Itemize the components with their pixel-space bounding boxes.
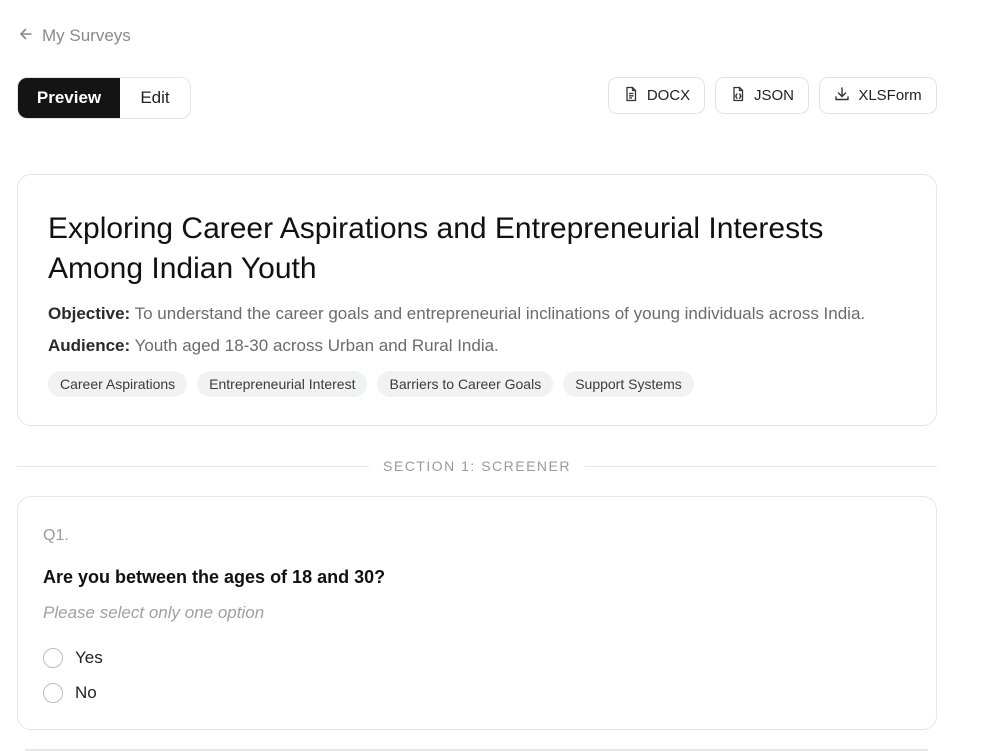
radio-button[interactable] [43,683,63,703]
export-docx-label: DOCX [646,87,691,104]
topic-tags: Career Aspirations Entrepreneurial Inter… [48,371,694,397]
objective-text: To understand the career goals and entre… [134,304,866,323]
export-xlsform-button[interactable]: XLSForm [819,77,937,114]
question-hint: Please select only one option [43,603,265,622]
survey-preview-page: My Surveys Preview Edit DOCX JSON XLSFor… [0,0,983,751]
edit-tab[interactable]: Edit [120,78,190,118]
export-json-label: JSON [753,87,794,104]
option-label: No [75,683,97,702]
arrow-left-icon [18,26,34,47]
objective-label: Objective: [48,304,131,323]
topic-tag: Barriers to Career Goals [377,371,554,397]
mode-toggle: Preview Edit [17,77,191,119]
export-docx-button[interactable]: DOCX [608,77,705,114]
back-to-surveys-link[interactable]: My Surveys [18,24,131,48]
option-label: Yes [75,648,103,667]
topic-tag: Career Aspirations [48,371,188,397]
export-json-button[interactable]: JSON [715,77,809,114]
survey-title: Exploring Career Aspirations and Entrepr… [48,212,824,285]
question-card: Q1. Are you between the ages of 18 and 3… [17,496,937,730]
audience-text: Youth aged 18-30 across Urban and Rural … [134,336,499,355]
survey-audience: Audience: Youth aged 18-30 across Urban … [48,336,499,356]
radio-button[interactable] [43,648,63,668]
survey-info-card: Exploring Career Aspirations and Entrepr… [17,174,937,426]
section-title: SECTION 1: SCREENER [383,458,571,474]
audience-label: Audience: [48,336,131,355]
json-file-icon [730,86,746,106]
section-divider: SECTION 1: SCREENER [17,456,938,476]
download-icon [834,86,850,106]
survey-objective: Objective: To understand the career goal… [48,304,865,324]
topic-tag: Entrepreneurial Interest [197,371,368,397]
preview-tab[interactable]: Preview [18,78,120,118]
option-yes[interactable]: Yes [43,647,103,669]
question-number: Q1. [43,527,69,544]
question-text: Are you between the ages of 18 and 30? [43,567,386,587]
document-icon [623,86,639,106]
divider-line [585,465,938,467]
option-no[interactable]: No [43,682,97,704]
export-xlsform-label: XLSForm [858,87,922,104]
divider-line [17,465,370,467]
back-link-label: My Surveys [42,26,131,45]
topic-tag: Support Systems [563,371,694,397]
